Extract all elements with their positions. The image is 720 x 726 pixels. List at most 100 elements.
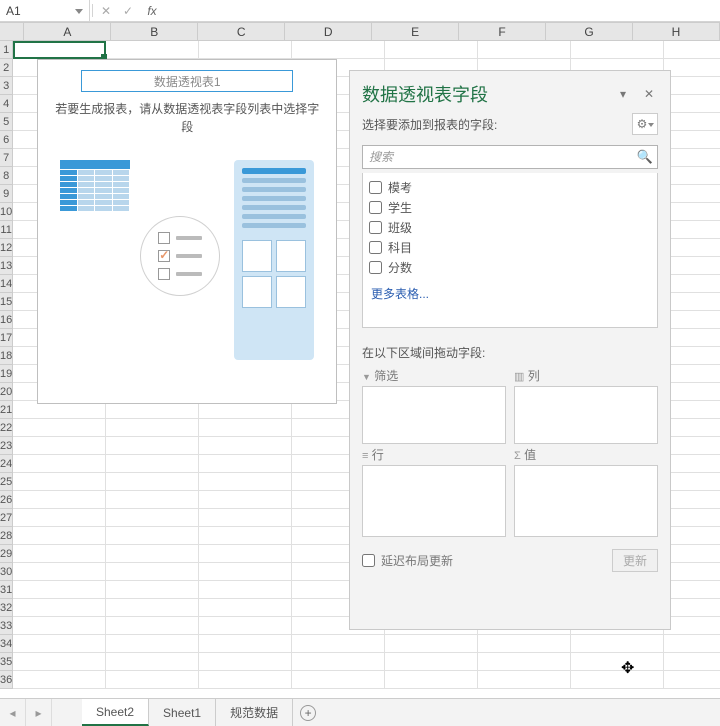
cell[interactable] [106, 455, 199, 473]
row-header[interactable]: 19 [0, 365, 12, 383]
formula-input[interactable] [161, 0, 720, 21]
field-item[interactable]: 模考 [369, 177, 651, 197]
cell[interactable] [106, 41, 199, 59]
cell[interactable] [664, 203, 720, 221]
sheet-tab[interactable]: Sheet2 [82, 699, 149, 726]
cell[interactable] [664, 599, 720, 617]
col-header[interactable]: A [24, 23, 111, 40]
cell[interactable] [664, 527, 720, 545]
cell[interactable] [664, 401, 720, 419]
cell[interactable] [664, 491, 720, 509]
field-item[interactable]: 分数 [369, 257, 651, 277]
cell[interactable] [478, 653, 571, 671]
cell[interactable] [664, 455, 720, 473]
col-header[interactable]: H [633, 23, 720, 40]
cell[interactable] [13, 671, 106, 689]
cell[interactable] [106, 617, 199, 635]
panel-menu-icon[interactable]: ▾ [614, 85, 632, 103]
row-header[interactable]: 3 [0, 77, 12, 95]
cell[interactable] [106, 419, 199, 437]
cell[interactable] [106, 599, 199, 617]
field-checkbox[interactable] [369, 241, 382, 254]
col-header[interactable]: C [198, 23, 285, 40]
row-header[interactable]: 27 [0, 509, 12, 527]
new-sheet-button[interactable]: + [293, 699, 323, 726]
row-header[interactable]: 11 [0, 221, 12, 239]
cell[interactable] [13, 563, 106, 581]
col-header[interactable]: F [459, 23, 546, 40]
cell[interactable] [13, 509, 106, 527]
cell[interactable] [571, 41, 664, 59]
cell[interactable] [13, 527, 106, 545]
cell[interactable] [664, 581, 720, 599]
row-header[interactable]: 16 [0, 311, 12, 329]
cell[interactable] [664, 59, 720, 77]
cell[interactable] [478, 671, 571, 689]
col-header[interactable]: E [372, 23, 459, 40]
row-header[interactable]: 4 [0, 95, 12, 113]
cell[interactable] [199, 527, 292, 545]
cell[interactable] [106, 527, 199, 545]
cell[interactable] [13, 617, 106, 635]
gear-icon[interactable]: ⚙ [632, 113, 658, 135]
columns-drop-area[interactable] [514, 386, 658, 444]
cell[interactable] [199, 419, 292, 437]
field-item[interactable]: 科目 [369, 237, 651, 257]
cell[interactable] [106, 635, 199, 653]
row-header[interactable]: 9 [0, 185, 12, 203]
row-header[interactable]: 18 [0, 347, 12, 365]
defer-update-checkbox[interactable]: 延迟布局更新 [362, 552, 612, 569]
row-header[interactable]: 35 [0, 653, 12, 671]
row-header[interactable]: 31 [0, 581, 12, 599]
cell[interactable] [199, 545, 292, 563]
field-item[interactable]: 学生 [369, 197, 651, 217]
row-header[interactable]: 36 [0, 671, 12, 689]
row-header[interactable]: 12 [0, 239, 12, 257]
cell[interactable] [106, 671, 199, 689]
cell[interactable] [199, 437, 292, 455]
sheet-tab[interactable]: Sheet1 [149, 699, 216, 726]
cell[interactable] [664, 311, 720, 329]
cell[interactable] [13, 635, 106, 653]
cell[interactable] [478, 41, 571, 59]
cell[interactable] [199, 491, 292, 509]
cell[interactable] [664, 185, 720, 203]
cell[interactable] [199, 653, 292, 671]
cell[interactable] [664, 41, 720, 59]
cell[interactable] [664, 293, 720, 311]
cell[interactable] [664, 131, 720, 149]
cancel-icon[interactable]: ✕ [95, 0, 117, 21]
row-header[interactable]: 26 [0, 491, 12, 509]
cell[interactable] [664, 257, 720, 275]
more-tables-link[interactable]: 更多表格... [369, 285, 651, 302]
row-header[interactable]: 24 [0, 455, 12, 473]
cell[interactable] [664, 617, 720, 635]
field-item[interactable]: 班级 [369, 217, 651, 237]
cell[interactable] [664, 545, 720, 563]
cell[interactable] [664, 221, 720, 239]
row-header[interactable]: 22 [0, 419, 12, 437]
pivot-placeholder-title[interactable]: 数据透视表1 [81, 70, 293, 92]
row-header[interactable]: 13 [0, 257, 12, 275]
cell[interactable] [106, 545, 199, 563]
row-header[interactable]: 23 [0, 437, 12, 455]
cell[interactable] [664, 275, 720, 293]
cell[interactable] [106, 473, 199, 491]
sheet-tab[interactable]: 规范数据 [216, 699, 293, 726]
cell[interactable] [13, 599, 106, 617]
cell[interactable] [13, 41, 106, 59]
cell[interactable] [664, 509, 720, 527]
cell[interactable] [199, 563, 292, 581]
row-header[interactable]: 32 [0, 599, 12, 617]
cell[interactable] [292, 635, 385, 653]
field-checkbox[interactable] [369, 261, 382, 274]
cell[interactable] [292, 41, 385, 59]
values-drop-area[interactable] [514, 465, 658, 537]
cell[interactable] [106, 437, 199, 455]
row-header[interactable]: 33 [0, 617, 12, 635]
field-checkbox[interactable] [369, 221, 382, 234]
col-header[interactable]: D [285, 23, 372, 40]
col-header[interactable]: G [546, 23, 633, 40]
row-header[interactable]: 34 [0, 635, 12, 653]
row-header[interactable]: 20 [0, 383, 12, 401]
